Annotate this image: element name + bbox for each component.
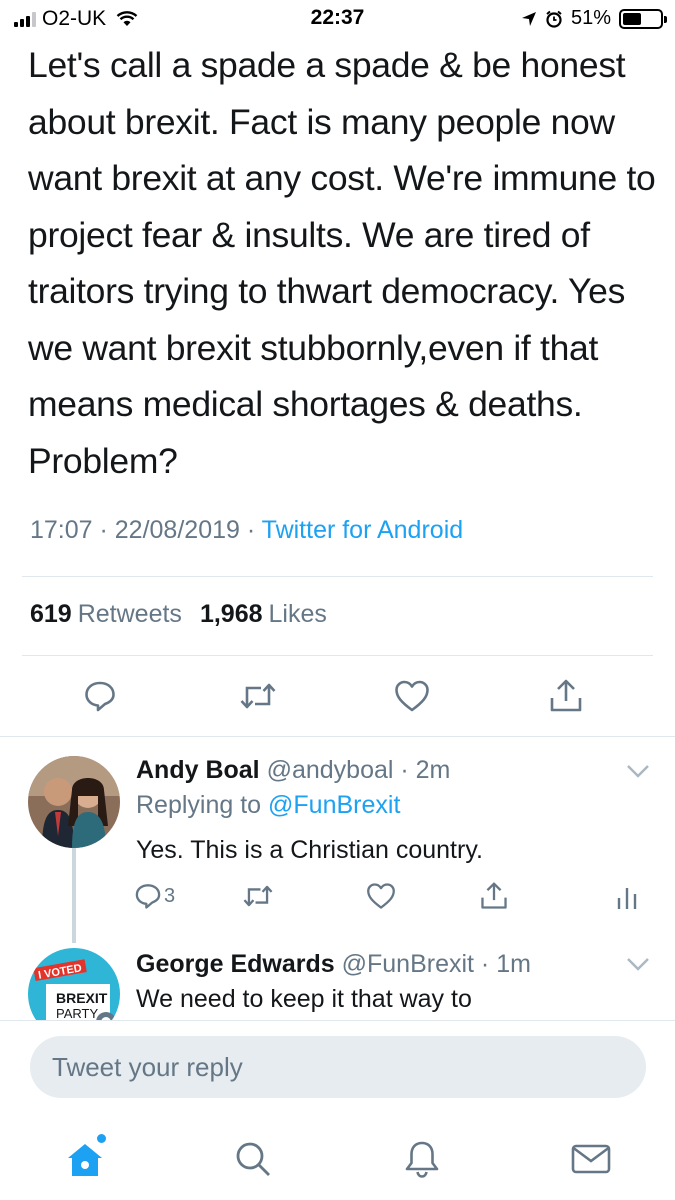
avatar-image: [28, 756, 120, 848]
reply-text: Yes. This is a Christian country.: [136, 836, 483, 864]
tab-messages[interactable]: [566, 1134, 616, 1184]
retweets-count-link[interactable]: 619 Retweets: [30, 600, 182, 629]
tab-bar: [0, 1116, 675, 1200]
reply-icon: [85, 681, 115, 712]
like-button[interactable]: [384, 668, 440, 724]
reply-actions: 3: [130, 876, 650, 916]
reply-author-name[interactable]: George Edwards: [136, 950, 335, 978]
reply-count: 3: [164, 884, 176, 907]
battery-percent: 51%: [570, 7, 611, 29]
tweet-timestamp: 17:07 · 22/08/2019 ·: [30, 516, 262, 544]
replying-to-mention[interactable]: @FunBrexit: [268, 791, 400, 819]
tweet-text: Let's call a spade a spade & be honest a…: [28, 45, 656, 481]
replying-to-prefix: Replying to: [136, 791, 269, 819]
alarm-icon: [546, 10, 562, 28]
location-arrow-icon: [521, 11, 536, 26]
tab-notifications[interactable]: [397, 1134, 447, 1184]
reply-author-name[interactable]: Andy Boal: [136, 756, 260, 784]
like-icon: [367, 883, 395, 909]
battery-fill: [623, 12, 642, 25]
reply-text: We need to keep it that way to: [136, 985, 472, 1013]
like-icon: [395, 680, 429, 712]
reply-share-button[interactable]: [480, 876, 508, 916]
share-icon: [550, 679, 582, 712]
notifications-icon: [405, 1141, 439, 1178]
divider: [0, 1020, 675, 1021]
badge-bot-text: PARTY: [56, 1006, 99, 1021]
reply-author-handle: @andyboal · 2m: [266, 756, 451, 784]
reply-reply-button[interactable]: 3: [134, 876, 175, 916]
reply-author-handle: @FunBrexit · 1m: [341, 950, 531, 978]
like-count: 1,968: [199, 600, 263, 628]
retweet-icon: [243, 885, 273, 907]
reply-analytics-button[interactable]: [616, 876, 638, 916]
home-icon: [68, 1144, 102, 1176]
divider: [0, 736, 675, 737]
reply-icon: [135, 884, 161, 909]
reply-like-button[interactable]: [366, 876, 396, 916]
reply-input[interactable]: Tweet your reply: [30, 1036, 646, 1098]
avatar-andy-boal[interactable]: [28, 756, 120, 848]
likes-count-link[interactable]: 1,968 Likes: [200, 600, 327, 629]
tab-search[interactable]: [228, 1134, 278, 1184]
badge-mid-text: BREXIT: [56, 990, 108, 1006]
reply-button[interactable]: [72, 668, 128, 724]
thread-line: [72, 848, 76, 943]
search-icon: [236, 1142, 270, 1176]
battery-icon: [619, 8, 667, 29]
like-label: Likes: [268, 600, 327, 628]
tweet-source-link[interactable]: Twitter for Android: [262, 516, 463, 544]
divider: [22, 576, 653, 577]
chevron-down-icon[interactable]: [625, 762, 651, 780]
retweet-button[interactable]: [230, 668, 286, 724]
tweet-actions: [0, 668, 675, 724]
share-button[interactable]: [538, 668, 594, 724]
retweet-label: Retweets: [77, 600, 182, 628]
tab-home[interactable]: [60, 1134, 110, 1184]
retweet-count: 619: [30, 600, 72, 628]
tweet-counts: 619 Retweets 1,968 Likes: [30, 600, 327, 629]
status-bar: O2-UK 22:37 51%: [0, 0, 675, 38]
analytics-icon: [617, 888, 637, 909]
divider: [22, 655, 653, 656]
share-icon: [481, 882, 507, 909]
reply-retweet-button[interactable]: [242, 876, 274, 916]
home-notification-dot: [97, 1134, 106, 1143]
reply-header: George Edwards @FunBrexit · 1m: [136, 950, 531, 979]
messages-icon: [571, 1144, 611, 1174]
retweet-icon: [240, 683, 276, 709]
tweet-meta: 17:07 · 22/08/2019 · Twitter for Android: [30, 516, 463, 545]
status-right: 51%: [521, 7, 667, 30]
reply-header: Andy Boal @andyboal · 2m: [136, 756, 450, 785]
chevron-down-icon[interactable]: [625, 955, 651, 973]
replying-to-line: Replying to @FunBrexit: [136, 791, 400, 820]
